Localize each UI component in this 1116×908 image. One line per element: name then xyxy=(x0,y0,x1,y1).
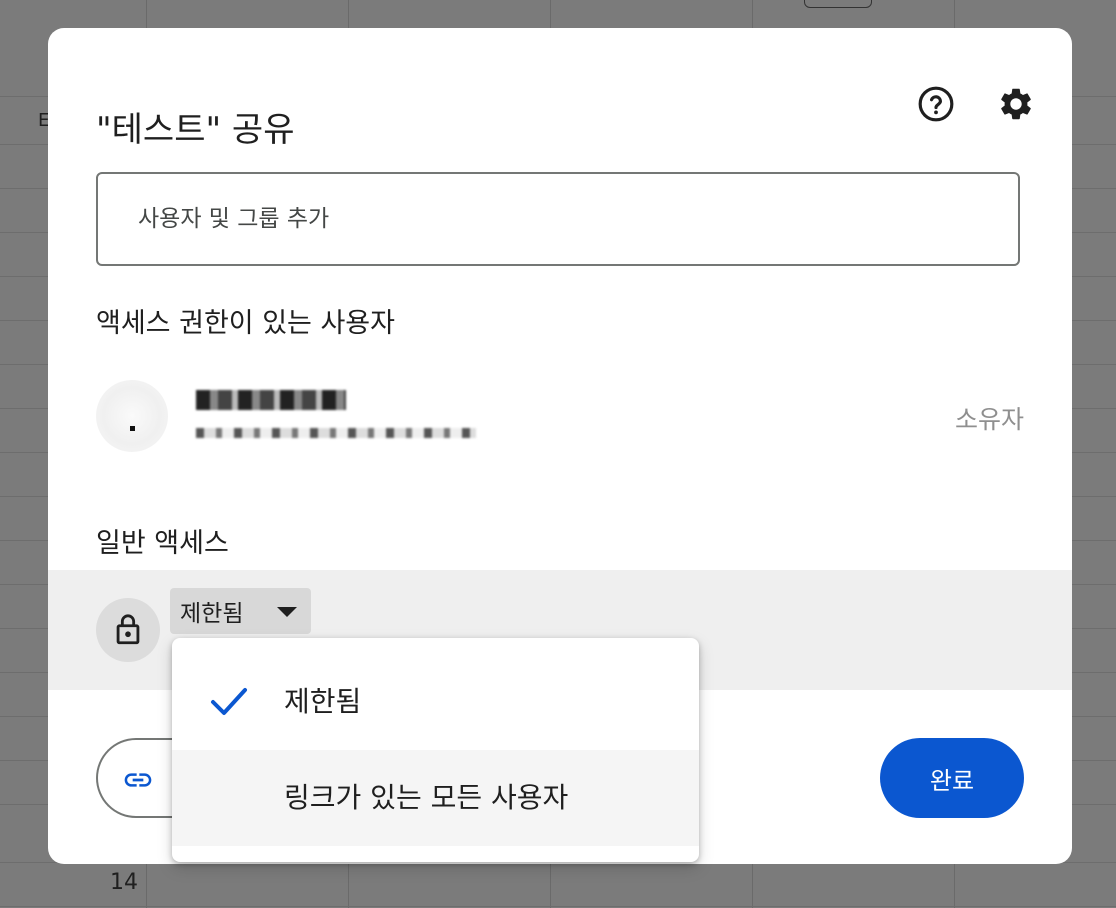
link-icon xyxy=(124,773,152,787)
person-row: 소유자 xyxy=(96,376,1024,456)
caret-down-icon xyxy=(277,607,297,617)
toolbar-tab xyxy=(804,0,872,8)
menu-item-label: 링크가 있는 모든 사용자 xyxy=(284,781,569,814)
row-header: 14 xyxy=(110,870,138,895)
person-email-redacted xyxy=(196,428,476,438)
menu-item-restricted[interactable]: 제한됨 xyxy=(172,654,699,750)
menu-item-label: 제한됨 xyxy=(284,685,362,718)
people-with-access-title: 액세스 권한이 있는 사용자 xyxy=(96,308,395,339)
menu-item-anyone-with-link[interactable]: 링크가 있는 모든 사용자 xyxy=(172,750,699,846)
lock-icon-container xyxy=(96,598,160,662)
general-access-dropdown[interactable]: 제한됨 xyxy=(170,588,311,634)
dialog-title: "테스트" 공유 xyxy=(96,110,295,150)
role-label: 소유자 xyxy=(954,405,1024,434)
avatar-detail xyxy=(130,426,135,431)
settings-button[interactable] xyxy=(996,84,1036,124)
general-access-menu: 제한됨 링크가 있는 모든 사용자 xyxy=(172,638,699,862)
check-icon xyxy=(211,688,247,715)
person-name-redacted xyxy=(196,390,346,410)
add-people-input[interactable] xyxy=(96,172,1020,266)
general-access-selected: 제한됨 xyxy=(180,601,244,627)
help-circle-icon xyxy=(918,86,954,122)
general-access-title: 일반 액세스 xyxy=(96,528,229,559)
avatar xyxy=(96,380,168,452)
grid-line xyxy=(0,906,1116,907)
help-button[interactable] xyxy=(916,84,956,124)
lock-icon xyxy=(116,614,140,645)
done-button[interactable]: 완료 xyxy=(880,738,1024,818)
gear-icon xyxy=(1001,88,1031,120)
